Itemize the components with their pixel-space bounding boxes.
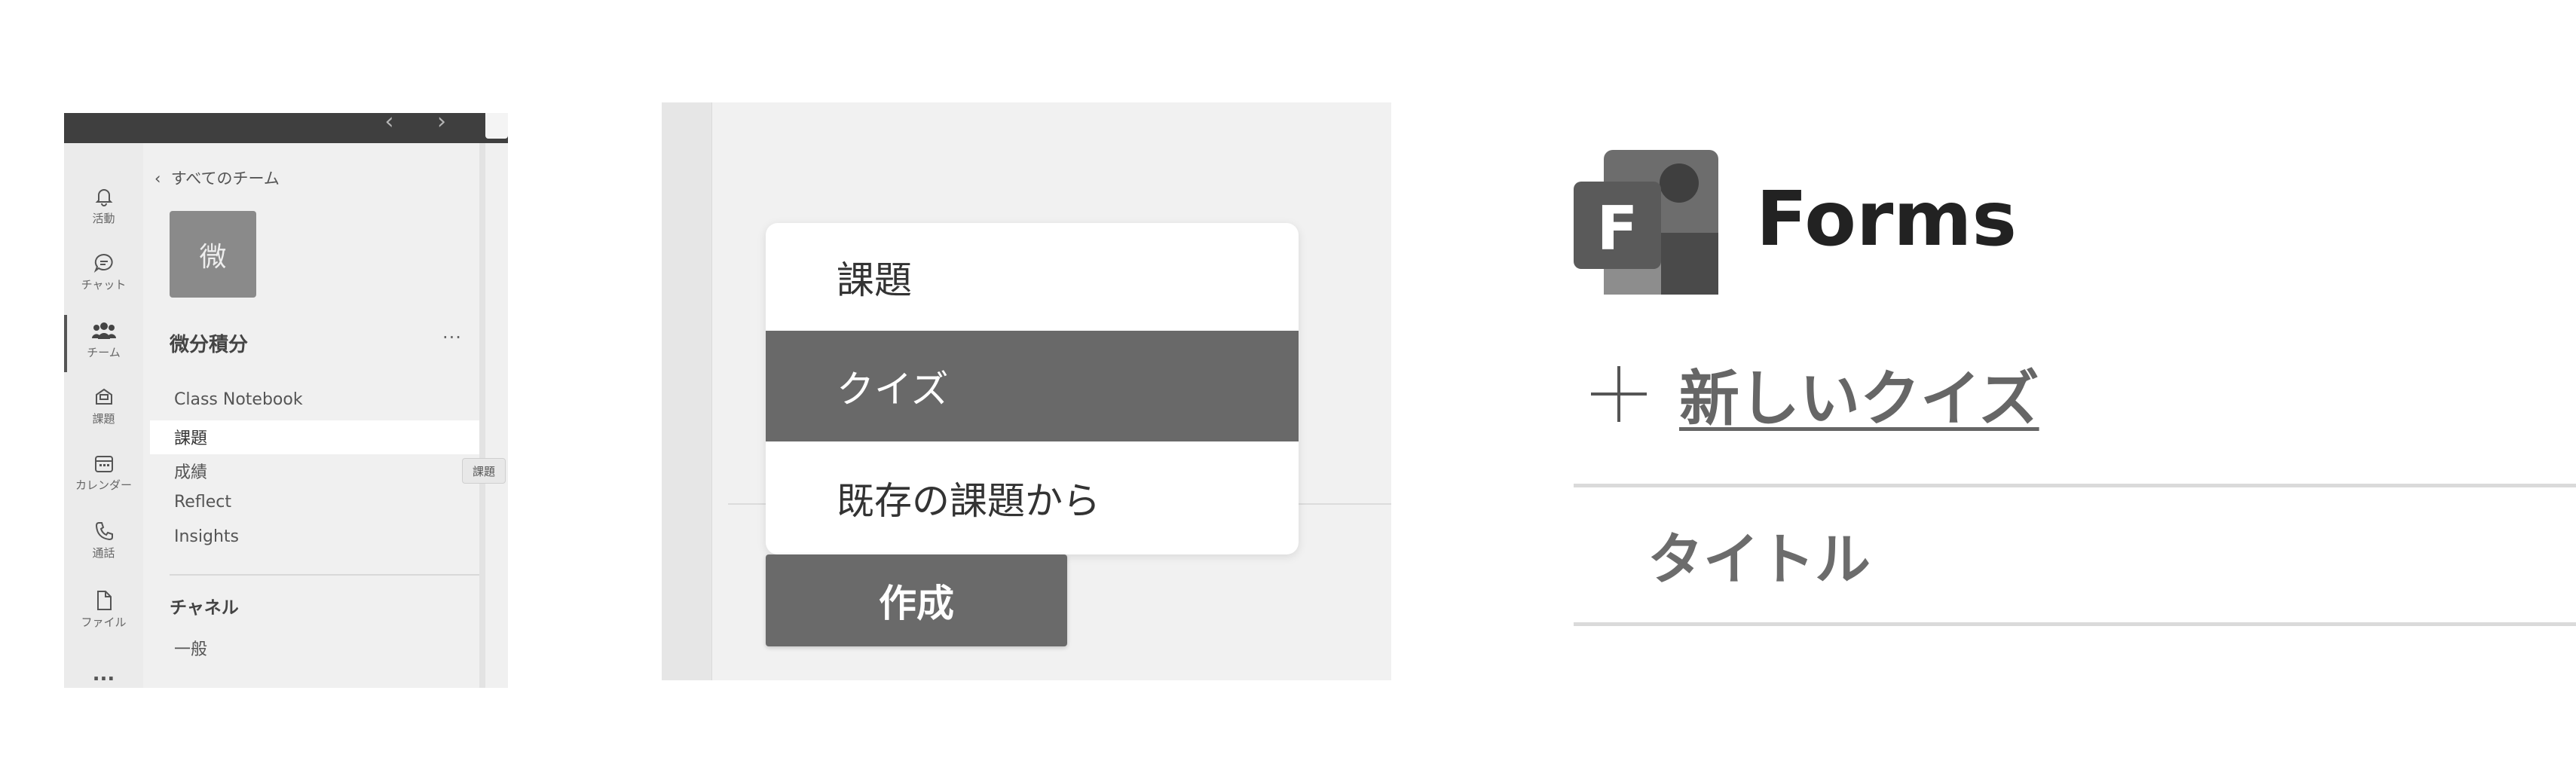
teams-sidebar-panel: ‹ › 活動 チャット チーム 課題 カレンダー 通話 ファイル ... ‹ す… xyxy=(64,113,508,688)
rail-label: チーム xyxy=(87,346,121,359)
rail-item-calls[interactable]: 通話 xyxy=(64,520,143,561)
team-name: 微分積分 xyxy=(170,334,249,356)
rail-item-chat[interactable]: チャット xyxy=(64,252,143,292)
menu-item-quiz[interactable]: クイズ xyxy=(766,331,1299,441)
menu-item-assignment[interactable]: 課題 xyxy=(766,223,1299,331)
rail-item-calendar[interactable]: カレンダー xyxy=(64,452,143,493)
link-class-notebook[interactable]: Class Notebook xyxy=(174,390,303,409)
rail-item-files[interactable]: ファイル xyxy=(64,589,143,630)
team-more-options-icon[interactable]: ··· xyxy=(442,327,462,348)
create-menu-panel: 課題 クイズ 既存の課題から 作成 xyxy=(662,102,1391,680)
rail-label: チャット xyxy=(81,278,127,292)
teams-icon xyxy=(91,322,116,339)
chat-icon xyxy=(93,253,113,273)
bell-icon xyxy=(95,189,112,206)
history-nav-arrows[interactable]: ‹ › xyxy=(384,113,464,135)
app-title: Forms xyxy=(1756,175,2017,263)
phone-icon xyxy=(95,522,113,541)
link-grades[interactable]: 成績 xyxy=(174,459,207,483)
back-to-all-teams[interactable]: ‹ すべてのチーム xyxy=(154,166,280,189)
rail-label: ファイル xyxy=(81,616,127,629)
create-button[interactable]: 作成 xyxy=(766,554,1067,646)
channels-heading: チャネル xyxy=(170,598,239,618)
team-avatar: 微 xyxy=(170,211,256,298)
new-quiz-link[interactable]: 新しいクイズ xyxy=(1679,350,2039,438)
app-rail: 活動 チャット チーム 課題 カレンダー 通話 ファイル ... xyxy=(64,143,144,688)
back-label: すべてのチーム xyxy=(170,170,280,188)
rail-item-assignments[interactable]: 課題 xyxy=(64,386,143,426)
menu-item-from-existing[interactable]: 既存の課題から xyxy=(766,441,1299,554)
link-assignments[interactable]: 課題 xyxy=(174,425,207,449)
rail-label: カレンダー xyxy=(75,478,132,492)
link-insights[interactable]: Insights xyxy=(174,527,239,546)
divider xyxy=(170,574,479,576)
rail-item-more[interactable]: ... xyxy=(64,663,143,686)
calendar-icon xyxy=(94,456,113,472)
link-reflect[interactable]: Reflect xyxy=(174,493,231,512)
rail-label: 活動 xyxy=(92,212,115,225)
plus-icon[interactable] xyxy=(1586,362,1651,426)
scrollbar[interactable] xyxy=(479,143,485,688)
logo-letter: F xyxy=(1597,194,1638,264)
assignments-icon xyxy=(95,388,112,405)
search-box-corner[interactable] xyxy=(485,113,508,139)
create-dropdown-menu: 課題 クイズ 既存の課題から xyxy=(766,223,1299,554)
rail-item-teams[interactable]: チーム xyxy=(64,319,143,360)
left-strip xyxy=(662,102,712,680)
chevron-left-icon: ‹ xyxy=(154,170,161,188)
more-icon: ... xyxy=(92,663,115,686)
divider xyxy=(1574,622,2576,626)
title-field[interactable]: タイトル xyxy=(1647,515,1871,595)
rail-item-activity[interactable]: 活動 xyxy=(64,185,143,226)
file-icon xyxy=(96,591,112,610)
rail-label: 通話 xyxy=(92,546,115,560)
rail-label: 課題 xyxy=(92,412,115,426)
divider xyxy=(1574,484,2576,487)
forms-logo-icon: F xyxy=(1574,150,1718,295)
tooltip: 課題 xyxy=(462,458,506,484)
channel-general[interactable]: 一般 xyxy=(174,636,207,660)
